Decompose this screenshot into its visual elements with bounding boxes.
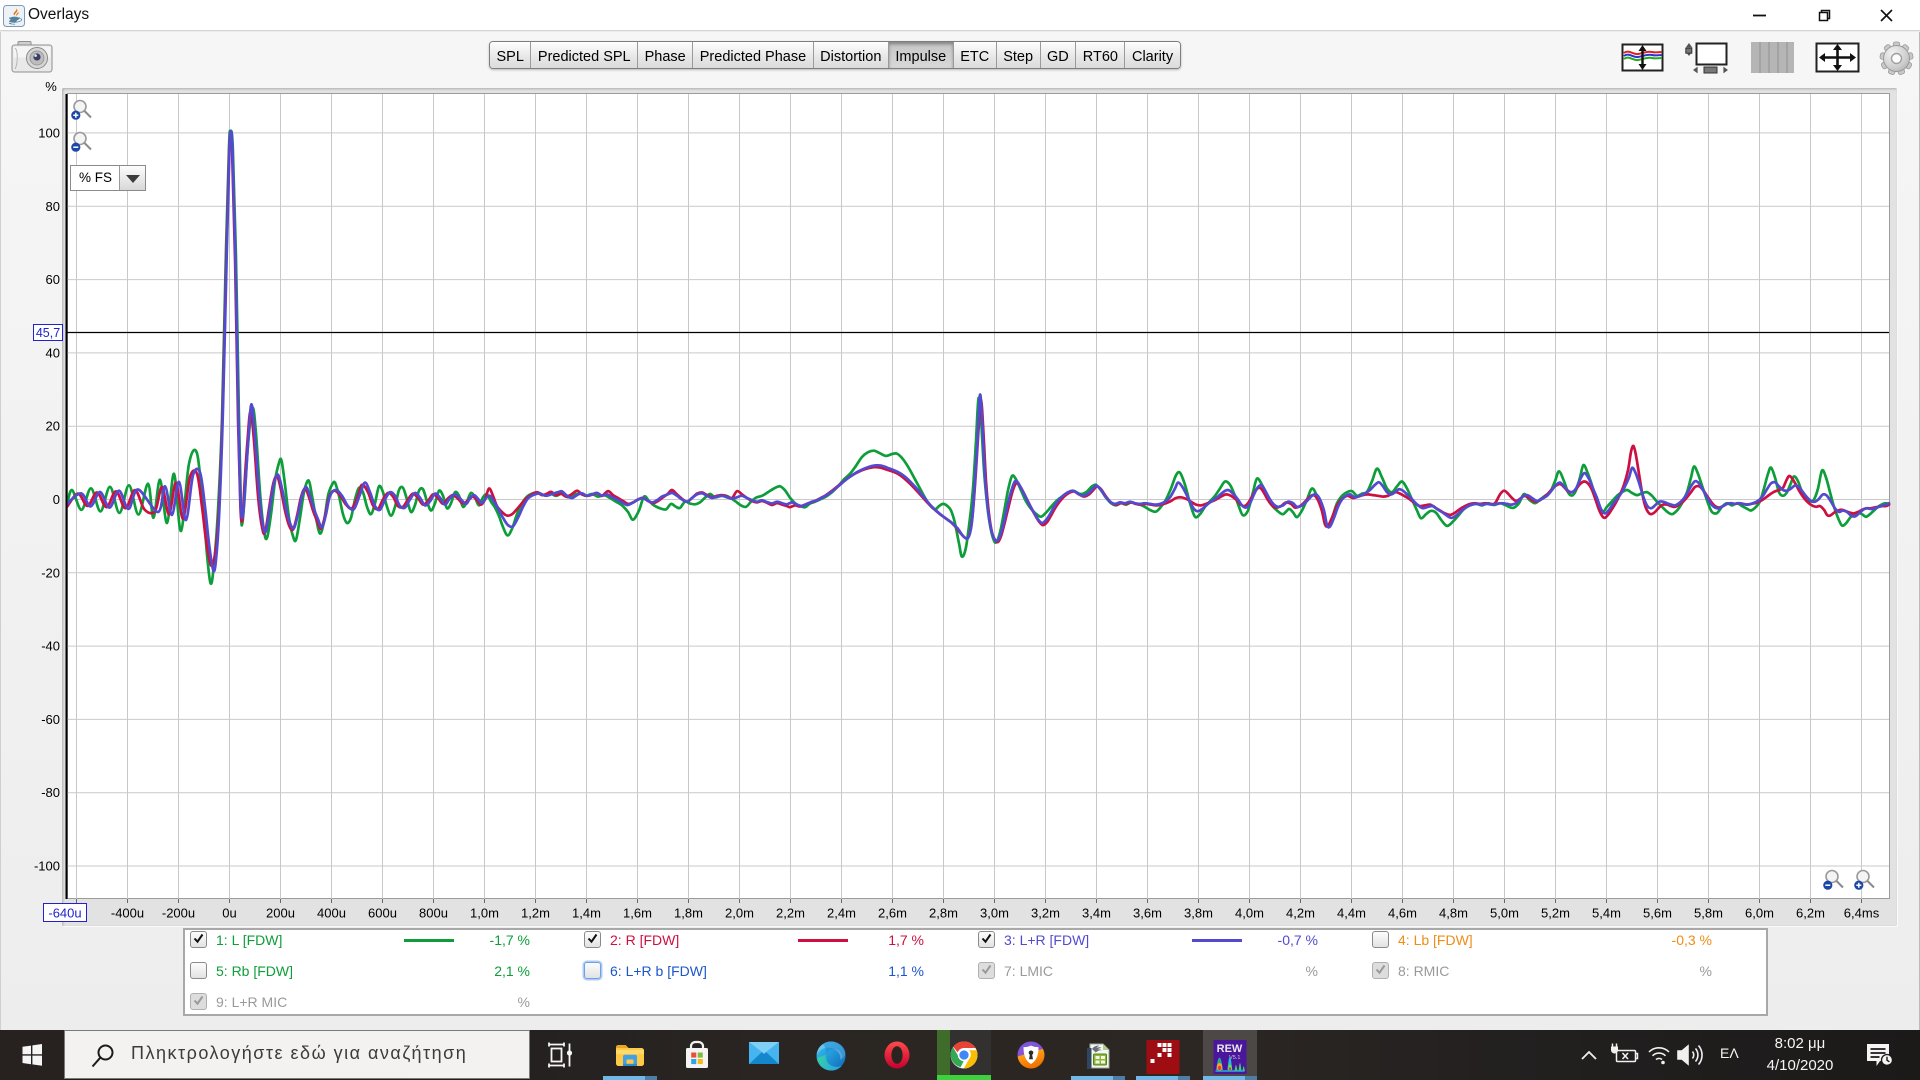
svg-text:2,4m: 2,4m xyxy=(827,906,856,921)
svg-text:-60: -60 xyxy=(41,712,60,727)
svg-text:20: 20 xyxy=(46,419,60,434)
svg-text:5,8m: 5,8m xyxy=(1694,906,1723,921)
svg-text:4,0m: 4,0m xyxy=(1235,906,1264,921)
svg-text:1,0m: 1,0m xyxy=(470,906,499,921)
svg-text:60: 60 xyxy=(46,272,60,287)
svg-text:1,8m: 1,8m xyxy=(674,906,703,921)
svg-text:1,6m: 1,6m xyxy=(623,906,652,921)
svg-text:5,2m: 5,2m xyxy=(1541,906,1570,921)
svg-text:1,4m: 1,4m xyxy=(572,906,601,921)
svg-text:-100: -100 xyxy=(34,859,60,874)
svg-text:45,7: 45,7 xyxy=(36,326,60,340)
svg-text:5,6m: 5,6m xyxy=(1643,906,1672,921)
svg-text:%: % xyxy=(45,79,57,94)
svg-text:-80: -80 xyxy=(41,785,60,800)
svg-text:800u: 800u xyxy=(419,906,448,921)
svg-text:2,8m: 2,8m xyxy=(929,906,958,921)
svg-text:-400u: -400u xyxy=(111,906,144,921)
svg-text:5,0m: 5,0m xyxy=(1490,906,1519,921)
svg-text:3,4m: 3,4m xyxy=(1082,906,1111,921)
svg-text:2,2m: 2,2m xyxy=(776,906,805,921)
svg-text:6,2m: 6,2m xyxy=(1796,906,1825,921)
svg-text:200u: 200u xyxy=(266,906,295,921)
svg-text:-20: -20 xyxy=(41,565,60,580)
svg-text:2,6m: 2,6m xyxy=(878,906,907,921)
svg-text:400u: 400u xyxy=(317,906,346,921)
svg-text:4,2m: 4,2m xyxy=(1286,906,1315,921)
svg-text:5,4m: 5,4m xyxy=(1592,906,1621,921)
svg-text:4,6m: 4,6m xyxy=(1388,906,1417,921)
svg-text:6,0m: 6,0m xyxy=(1745,906,1774,921)
svg-text:600u: 600u xyxy=(368,906,397,921)
svg-text:6,4ms: 6,4ms xyxy=(1844,906,1880,921)
svg-text:4,8m: 4,8m xyxy=(1439,906,1468,921)
svg-text:3,0m: 3,0m xyxy=(980,906,1009,921)
svg-text:100: 100 xyxy=(38,125,60,140)
svg-text:4,4m: 4,4m xyxy=(1337,906,1366,921)
svg-text:0u: 0u xyxy=(222,906,236,921)
svg-text:-40: -40 xyxy=(41,639,60,654)
svg-text:-200u: -200u xyxy=(162,906,195,921)
svg-text:REW: REW xyxy=(1217,1043,1243,1055)
svg-text:0: 0 xyxy=(53,492,60,507)
svg-text:80: 80 xyxy=(46,199,60,214)
svg-text:1,2m: 1,2m xyxy=(521,906,550,921)
svg-text:2,0m: 2,0m xyxy=(725,906,754,921)
svg-text:-640u: -640u xyxy=(48,906,81,921)
svg-text:40: 40 xyxy=(46,345,60,360)
svg-text:3,8m: 3,8m xyxy=(1184,906,1213,921)
svg-text:3,6m: 3,6m xyxy=(1133,906,1162,921)
svg-text:3,2m: 3,2m xyxy=(1031,906,1060,921)
